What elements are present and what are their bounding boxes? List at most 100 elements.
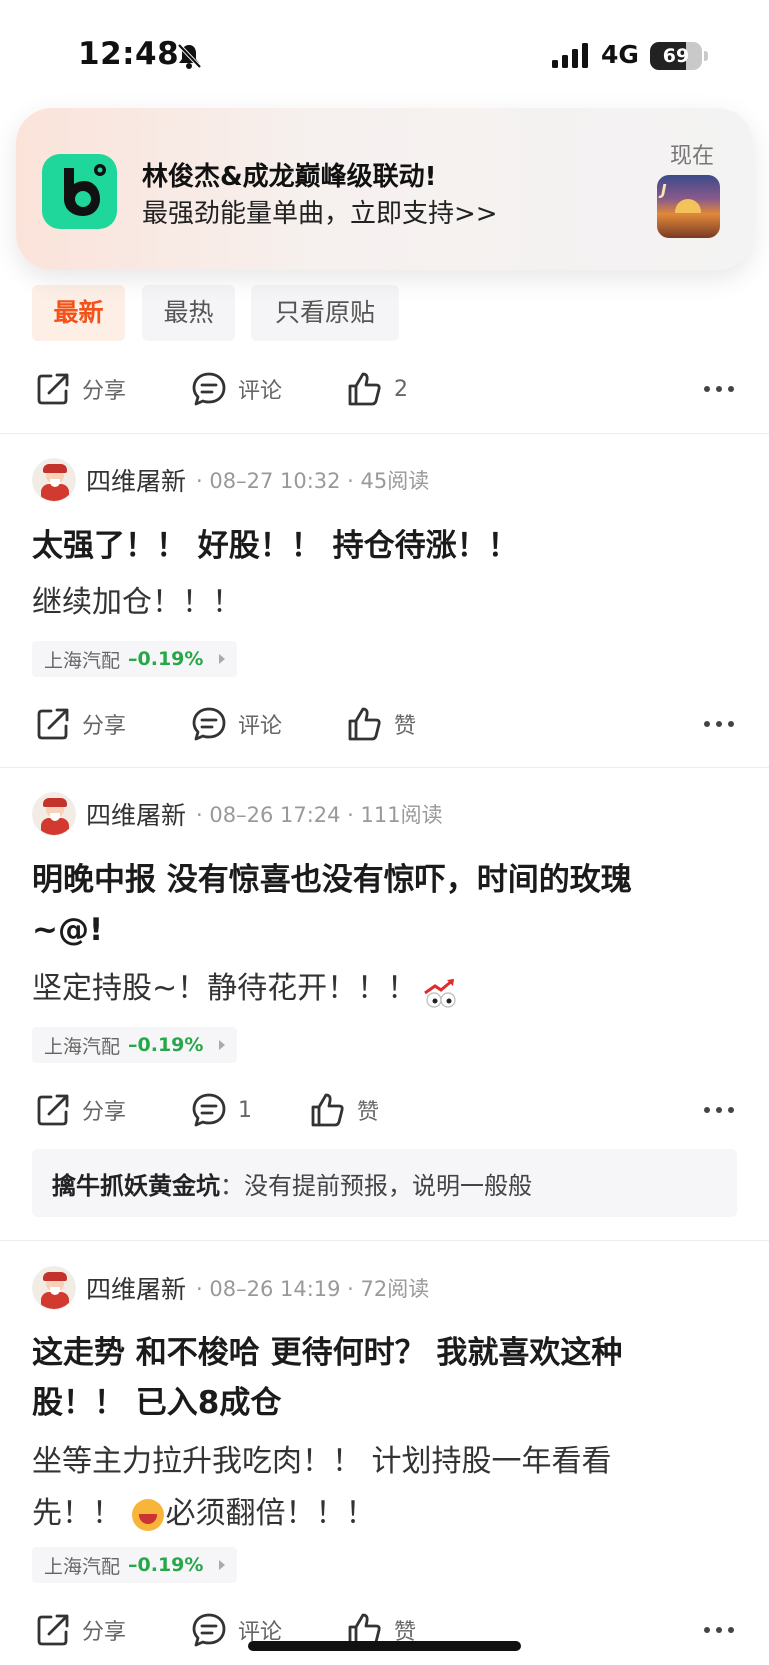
stock-tag[interactable]: 上海汽配 –0.19% — [32, 1547, 238, 1583]
post-title[interactable]: 明晚中报 没有惊喜也没有惊吓，时间的玫瑰 ~@! — [32, 855, 732, 955]
like-button[interactable]: 赞 — [346, 699, 416, 749]
comment-button[interactable]: 评论 — [190, 364, 282, 414]
post-body[interactable]: 继续加仓！！！ — [32, 577, 732, 629]
more-dots-icon[interactable] — [703, 1094, 735, 1126]
notification-thumbnail: J — [657, 175, 720, 238]
share-label: 分享 — [82, 1100, 127, 1125]
comment-label: 评论 — [238, 714, 283, 739]
stock-change: –0.19% — [128, 1034, 204, 1056]
caret-right-icon — [219, 654, 226, 664]
thumbs-up-icon — [348, 372, 381, 406]
notification-banner[interactable]: 林俊杰&成龙巅峰级联动! 最强劲能量单曲，立即支持>> 现在 J — [16, 108, 753, 270]
post-title-line: 股！！ 已入8成仓 — [32, 1385, 282, 1421]
like-button[interactable]: 赞 — [309, 1085, 379, 1135]
share-button[interactable]: 分享 — [34, 1605, 126, 1655]
tab-latest[interactable]: 最新 — [32, 285, 125, 341]
share-icon — [37, 1094, 69, 1126]
post-title-line: 这走势 和不梭哈 更待何时？ 我就喜欢这种 — [32, 1335, 623, 1371]
like-button[interactable]: 2 — [346, 364, 408, 414]
author-name[interactable]: 四维屠新 — [86, 796, 186, 832]
post-header: 四维屠新 · 08–27 10:32 · 45阅读 — [32, 458, 429, 502]
post-title[interactable]: 太强了！！ 好股！！ 持仓待涨！！ — [32, 521, 732, 571]
reply-separator: ： — [220, 1171, 244, 1200]
stock-name: 上海汽配 — [44, 649, 121, 672]
stock-tag[interactable]: 上海汽配 –0.19% — [32, 1027, 238, 1063]
avatar[interactable] — [32, 1266, 76, 1310]
share-button[interactable]: 分享 — [34, 364, 126, 414]
reply-user[interactable]: 擒牛抓妖黄金坑 — [52, 1166, 220, 1201]
avatar[interactable] — [32, 458, 76, 502]
thumbs-up-icon — [348, 707, 381, 741]
battery-indicator: 69 — [650, 42, 702, 70]
post-meta: · 08–26 14:19 · 72阅读 — [196, 1277, 430, 1301]
divider — [0, 433, 769, 434]
reply-text: 没有提前预报，说明一般般 — [244, 1171, 532, 1200]
like-label: 赞 — [357, 1100, 380, 1125]
share-button[interactable]: 分享 — [34, 1085, 126, 1135]
post-title-line: ~@! — [32, 912, 104, 948]
thumbs-up-icon — [311, 1093, 344, 1127]
comment-button[interactable]: 评论 — [190, 699, 282, 749]
post-title-line: 明晚中报 没有惊喜也没有惊吓，时间的玫瑰 — [32, 862, 632, 898]
home-indicator[interactable] — [248, 1641, 521, 1651]
post-body-text: 必须翻倍！！！ — [165, 1496, 376, 1531]
share-icon — [37, 373, 69, 405]
notification-title: 林俊杰&成龙巅峰级联动! — [142, 162, 437, 192]
post-meta: · 08–27 10:32 · 45阅读 — [196, 469, 430, 493]
app-icon — [42, 154, 117, 229]
chart-up-emoji-icon — [423, 974, 459, 1008]
stock-name: 上海汽配 — [44, 1035, 121, 1058]
comment-icon — [192, 1613, 226, 1647]
stock-name: 上海汽配 — [44, 1555, 121, 1578]
share-label: 分享 — [82, 1620, 127, 1645]
stock-change: –0.19% — [128, 648, 204, 670]
more-dots-icon[interactable] — [703, 1614, 735, 1646]
post-body-text: 坚定持股~！静待花开！！！ — [32, 971, 418, 1006]
main-post-actions: 分享 评论 2 — [0, 364, 769, 414]
battery-percent: 69 — [662, 45, 690, 67]
share-label: 分享 — [82, 379, 127, 404]
tab-hottest[interactable]: 最热 — [142, 285, 235, 341]
thumbnail-text: J — [661, 181, 668, 199]
cellular-signal-icon — [552, 43, 588, 68]
post-title[interactable]: 这走势 和不梭哈 更待何时？ 我就喜欢这种 股！！ 已入8成仓 — [32, 1328, 732, 1428]
comment-icon — [192, 1093, 226, 1127]
comment-icon — [192, 372, 226, 406]
author-name[interactable]: 四维屠新 — [86, 462, 186, 498]
post-body-line: 坐等主力拉升我吃肉！！ 计划持股一年看看 — [32, 1444, 612, 1479]
notification-time: 现在 — [670, 144, 715, 169]
share-icon — [37, 1614, 69, 1646]
divider — [0, 767, 769, 768]
status-bar: 12:48 4G 69 — [0, 0, 769, 110]
more-dots-icon[interactable] — [703, 708, 735, 740]
caret-right-icon — [219, 1040, 226, 1050]
share-button[interactable]: 分享 — [34, 699, 126, 749]
caret-right-icon — [219, 1560, 226, 1570]
battery-nub — [704, 51, 708, 61]
comment-button[interactable]: 1 — [190, 1085, 252, 1135]
comment-count: 1 — [238, 1097, 252, 1123]
like-label: 赞 — [394, 714, 417, 739]
reply-preview[interactable]: 擒牛抓妖黄金坑：没有提前预报，说明一般般 — [32, 1149, 737, 1217]
share-label: 分享 — [82, 714, 127, 739]
comment-label: 评论 — [238, 379, 283, 404]
post-actions: 分享 1 赞 — [0, 1085, 769, 1135]
post-body[interactable]: 坐等主力拉升我吃肉！！ 计划持股一年看看 先！！ 必须翻倍！！！ — [32, 1436, 732, 1540]
like-count: 2 — [394, 376, 408, 402]
divider — [0, 1240, 769, 1241]
laughing-emoji-icon — [131, 1498, 164, 1531]
author-name[interactable]: 四维屠新 — [86, 1270, 186, 1306]
post-actions: 分享 评论 赞 — [0, 699, 769, 749]
share-icon — [37, 708, 69, 740]
avatar[interactable] — [32, 792, 76, 836]
network-type: 4G — [601, 40, 639, 69]
post-header: 四维屠新 · 08–26 17:24 · 111阅读 — [32, 792, 443, 836]
post-header: 四维屠新 · 08–26 14:19 · 72阅读 — [32, 1266, 429, 1310]
post-body-line: 先！！ 必须翻倍！！！ — [32, 1488, 732, 1540]
post-body[interactable]: 坚定持股~！静待花开！！！ — [32, 963, 732, 1015]
more-dots-icon[interactable] — [703, 373, 735, 405]
stock-tag[interactable]: 上海汽配 –0.19% — [32, 641, 238, 677]
stock-change: –0.19% — [128, 1554, 204, 1576]
tab-original-only[interactable]: 只看原贴 — [251, 285, 399, 341]
status-time: 12:48 — [78, 36, 180, 72]
